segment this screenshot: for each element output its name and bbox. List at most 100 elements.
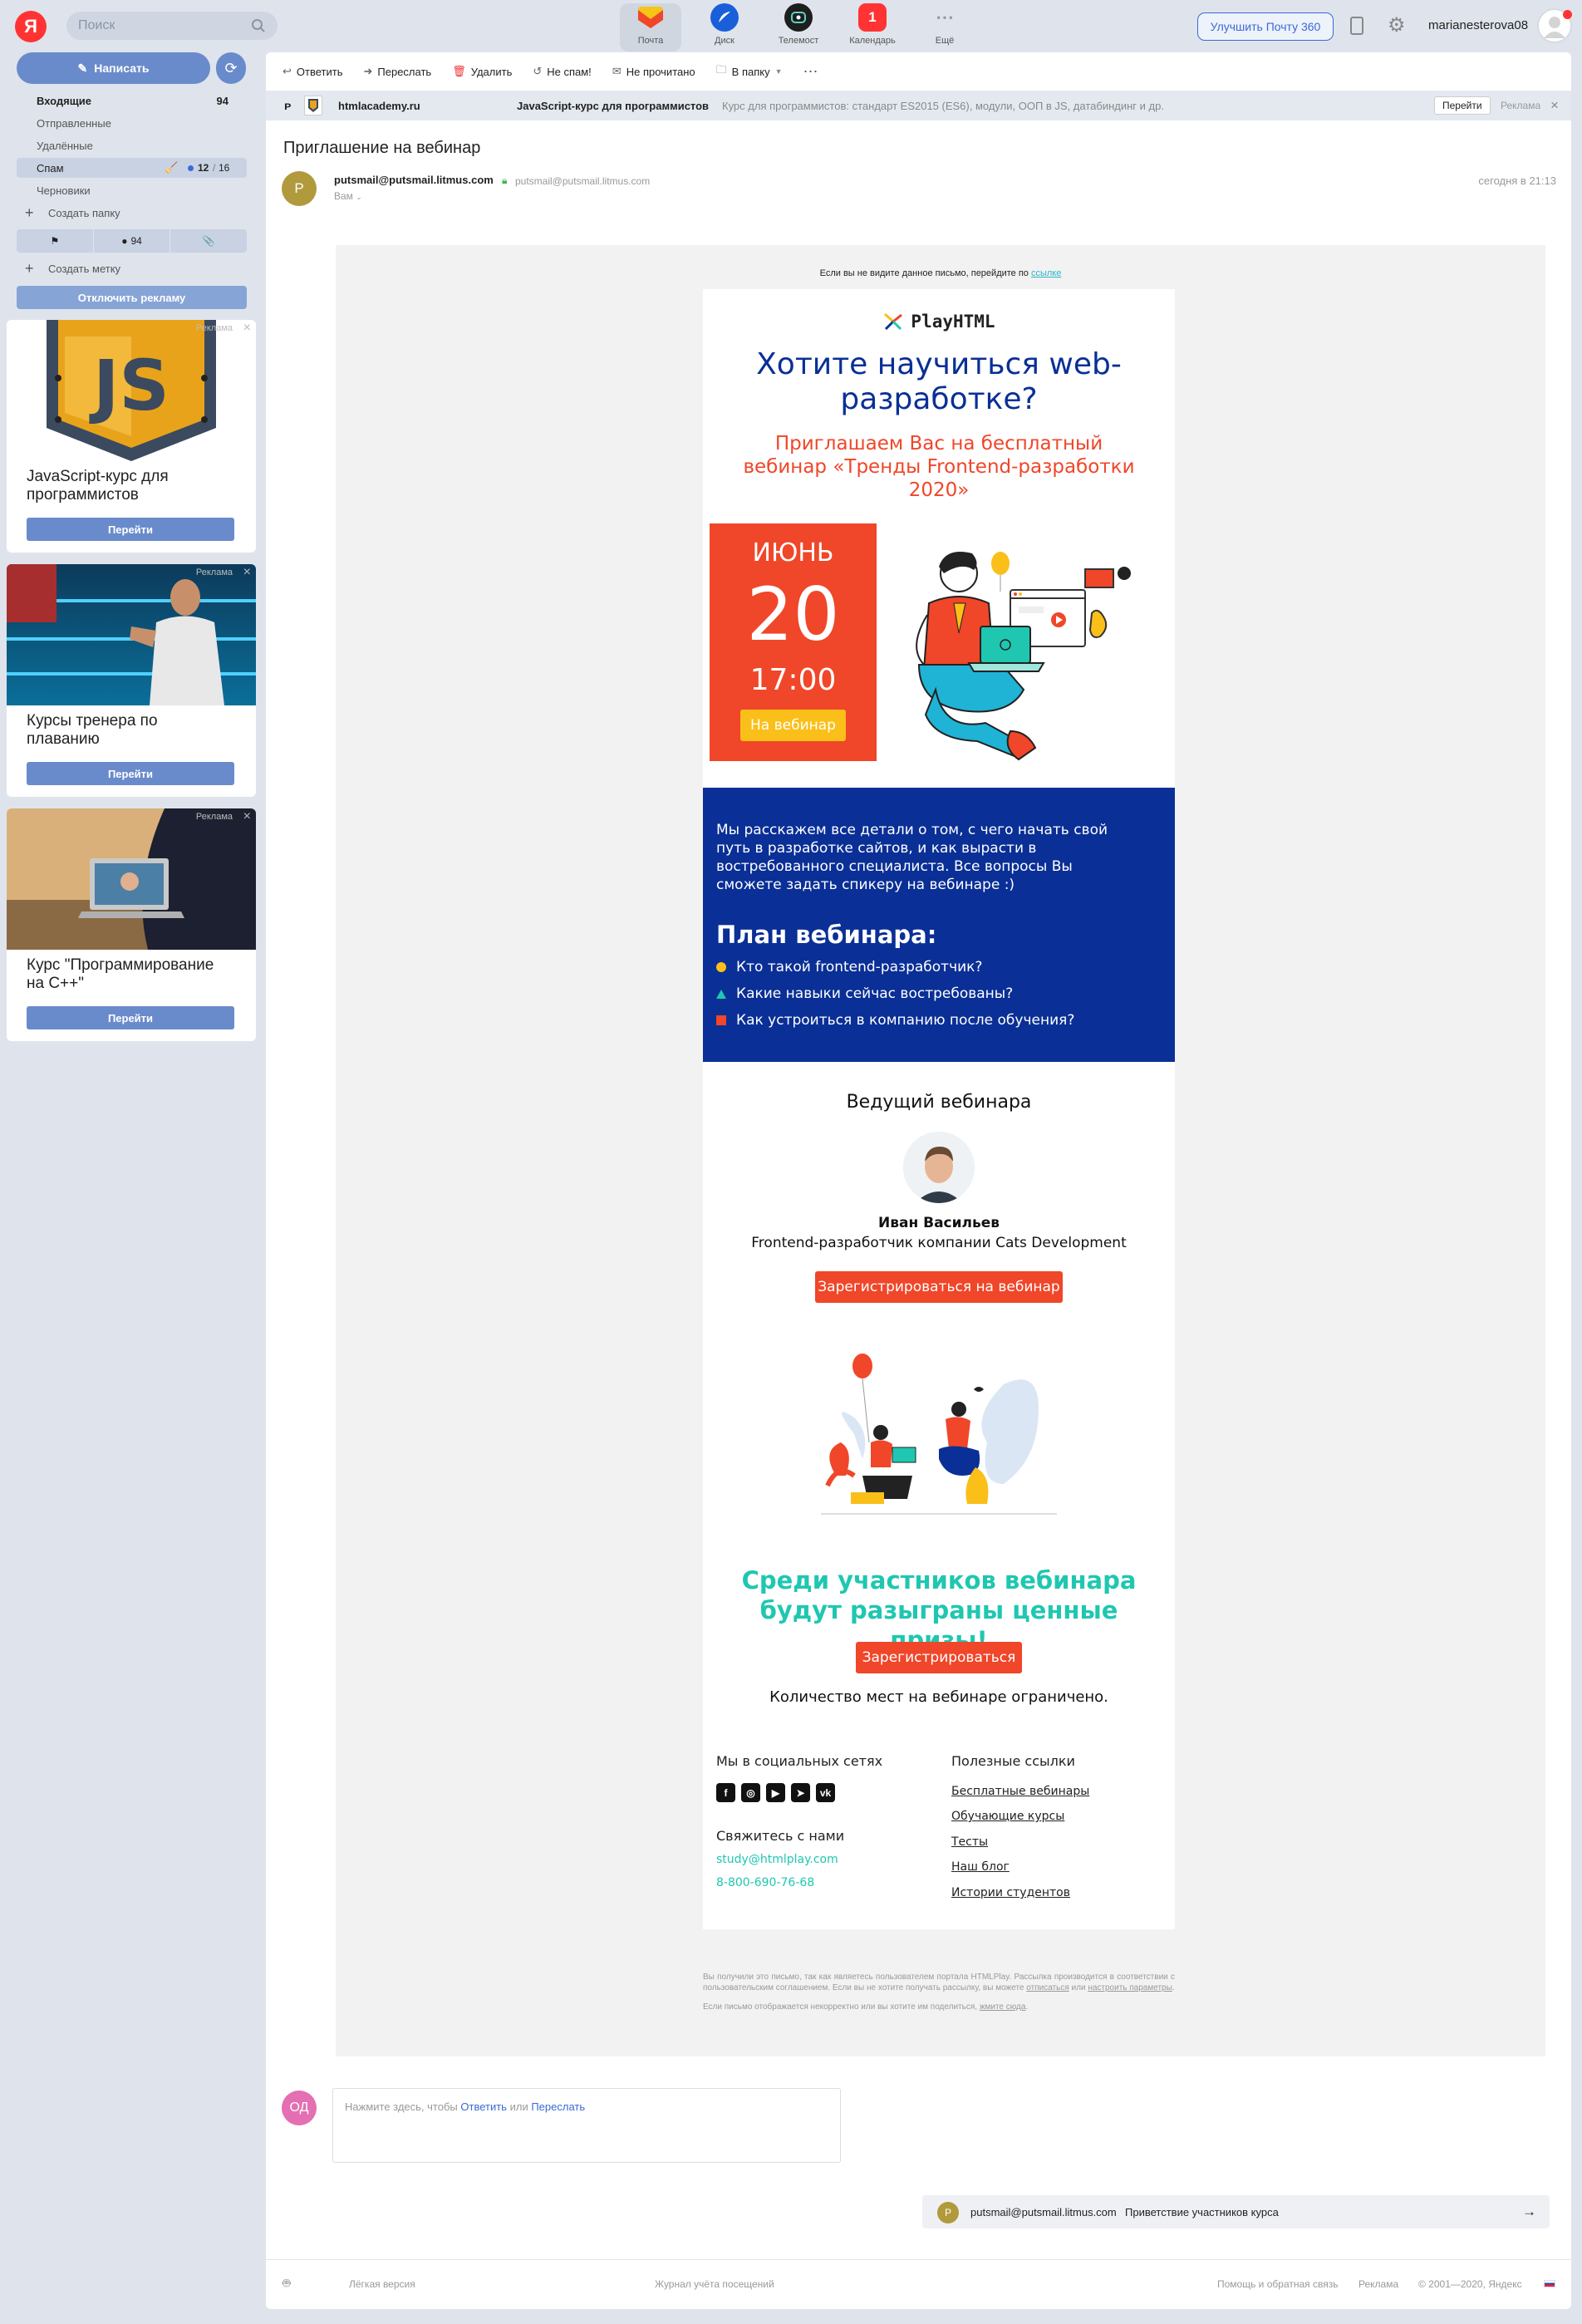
broom-icon[interactable]: 🧹	[165, 161, 178, 174]
sender-address[interactable]: putsmail@putsmail.litmus.com	[515, 175, 650, 187]
contact-email[interactable]: study@htmlplay.com	[716, 1853, 838, 1866]
forward-button[interactable]: ➜ Переслать	[363, 65, 431, 78]
close-icon[interactable]: ×	[243, 321, 251, 336]
sender-name[interactable]: putsmail@putsmail.litmus.com	[334, 174, 494, 186]
unsubscribe-link[interactable]: отписаться	[1026, 1983, 1069, 1992]
language-flag-icon[interactable]	[1544, 2280, 1555, 2287]
useful-link[interactable]: Обучающие курсы	[951, 1810, 1064, 1823]
create-folder-link[interactable]: + Создать папку	[17, 203, 247, 223]
youtube-icon[interactable]: ▶	[766, 1783, 785, 1802]
chevron-down-icon: ⌄	[356, 193, 362, 201]
playhtml-logo[interactable]: PlayHTML	[703, 311, 1175, 332]
ad-go-button[interactable]: Перейти	[27, 1006, 234, 1029]
search-input[interactable]: Поиск	[66, 12, 278, 40]
legal-share-text: Если письмо отображается некорректно или…	[703, 2002, 978, 2012]
next-message[interactable]: P putsmail@putsmail.litmus.com Приветств…	[922, 2195, 1550, 2228]
mail-icon	[636, 3, 665, 32]
quick-reply-box[interactable]: Нажмите здесь, чтобы Ответить или Пересл…	[332, 2088, 841, 2163]
light-version-link[interactable]: Лёгкая версия	[349, 2278, 415, 2290]
useful-link[interactable]: Наш блог	[951, 1860, 1010, 1874]
sidebar-ad-cpp[interactable]: Реклама × Курс "Программирование на С++"…	[7, 808, 256, 1041]
instagram-icon[interactable]: ◎	[741, 1783, 760, 1802]
ad-title[interactable]: JavaScript-курс для программистов	[517, 100, 709, 112]
service-telemost[interactable]: Телемост	[768, 3, 829, 52]
delete-button[interactable]: 🗑 Удалить	[452, 65, 512, 78]
my-avatar: ОД	[282, 2091, 317, 2125]
plan-item: Кто такой frontend-разработчик?	[716, 959, 982, 975]
ad-go-button[interactable]: Перейти	[27, 518, 234, 541]
sidebar-ad-js[interactable]: JS Реклама × JavaScript-курс для програм…	[7, 320, 256, 553]
mark-unread-button[interactable]: ✉ Не прочитано	[612, 65, 695, 78]
copyright: © 2001—2020, Яндекс	[1418, 2278, 1522, 2290]
flag-filter[interactable]: ⚑	[17, 229, 94, 253]
layout-toggle-icon[interactable]	[1350, 17, 1363, 35]
register-webinar-button[interactable]: Зарегистрироваться на вебинар	[815, 1271, 1063, 1303]
unread-filter[interactable]: ● 94	[94, 229, 171, 253]
folder-sent[interactable]: Отправленные	[17, 113, 247, 133]
facebook-icon[interactable]: f	[716, 1783, 735, 1802]
sender-avatar[interactable]: P	[282, 171, 317, 206]
recipient[interactable]: Вам ⌄	[334, 190, 362, 202]
useful-link[interactable]: Истории студентов	[951, 1886, 1070, 1899]
ad-title[interactable]: Курсы тренера по плаванию	[27, 712, 234, 749]
yandex-logo[interactable]: Я	[15, 11, 47, 42]
close-icon[interactable]: ×	[243, 565, 251, 580]
telegram-icon[interactable]: ➤	[791, 1783, 810, 1802]
settings-link[interactable]: настроить параметры	[1088, 1983, 1172, 1992]
attachments-filter[interactable]: 📎	[170, 229, 247, 253]
folder-deleted[interactable]: Удалённые	[17, 135, 247, 155]
sidebar-ad-swim[interactable]: Реклама × Курсы тренера по плаванию Пере…	[7, 564, 256, 797]
service-mail[interactable]: Почта	[620, 3, 681, 52]
svg-text:JS: JS	[89, 345, 170, 426]
to-webinar-button[interactable]: На вебинар	[740, 710, 846, 741]
useful-link[interactable]: Тесты	[951, 1835, 988, 1849]
ads-link[interactable]: Реклама	[1358, 2278, 1398, 2290]
android-icon[interactable]: 🤖︎	[282, 2275, 291, 2293]
help-link[interactable]: Помощь и обратная связь	[1217, 2278, 1338, 2290]
move-to-folder-button[interactable]: 🗀 В папку ▼	[716, 62, 783, 81]
close-icon[interactable]: ×	[243, 809, 251, 824]
folder-spam[interactable]: Спам 🧹 12 / 16	[17, 158, 247, 178]
ad-label: Реклама	[195, 323, 233, 333]
more-actions-button[interactable]: ⋯	[803, 63, 818, 81]
view-online-link[interactable]: ссылке	[1031, 268, 1061, 278]
ad-site[interactable]: htmlacademy.ru	[338, 100, 420, 112]
quick-forward-link[interactable]: Переслать	[531, 2100, 585, 2113]
service-calendar[interactable]: 1 Календарь	[842, 3, 903, 52]
search-icon[interactable]	[251, 18, 266, 33]
newsletter-card: PlayHTML Хотите научиться web-разработке…	[703, 289, 1175, 1929]
journal-link[interactable]: Журнал учёта посещений	[655, 2278, 774, 2290]
ad-title[interactable]: Курс "Программирование на С++"	[27, 956, 234, 993]
service-disk[interactable]: Диск	[694, 3, 755, 52]
close-icon[interactable]: ×	[1550, 97, 1559, 114]
upgrade-360-button[interactable]: Улучшить Почту 360	[1197, 12, 1334, 41]
service-more[interactable]: ⋯ Ещё	[914, 3, 975, 52]
not-spam-button[interactable]: ↺ Не спам!	[533, 65, 591, 78]
folder-drafts[interactable]: Черновики	[17, 180, 247, 200]
message-panel: ↩ Ответить ➜ Переслать 🗑 Удалить ↺ Не спам! …	[266, 52, 1571, 2309]
disable-ads-button[interactable]: Отключить рекламу	[17, 286, 247, 309]
plus-icon: +	[25, 259, 34, 277]
share-link[interactable]: жмите сюда	[980, 2002, 1026, 2012]
folder-label: Спам	[37, 161, 64, 174]
register-button[interactable]: Зарегистрироваться	[856, 1642, 1022, 1673]
user-avatar[interactable]	[1537, 8, 1572, 43]
folder-inbox[interactable]: Входящие 94	[17, 91, 247, 111]
quick-reply-link[interactable]: Ответить	[460, 2100, 507, 2113]
host-role: Frontend-разработчик компании Cats Devel…	[751, 1235, 1127, 1251]
create-label-link[interactable]: + Создать метку	[17, 258, 247, 278]
reply-button[interactable]: ↩ Ответить	[282, 65, 342, 78]
ad-strip[interactable]: ᴘ htmlacademy.ru JavaScript-курс для про…	[266, 91, 1571, 120]
vk-icon[interactable]: vk	[816, 1783, 835, 1802]
username[interactable]: marianesterova08	[1428, 18, 1528, 32]
refresh-button[interactable]: ⟳	[216, 52, 246, 84]
compose-button[interactable]: ✎ Написать	[17, 52, 210, 84]
ad-go-button[interactable]: Перейти	[27, 762, 234, 785]
ad-title[interactable]: JavaScript-курс для программистов	[27, 468, 234, 504]
arrow-right-icon[interactable]: →	[1522, 2204, 1536, 2220]
ad-go-button[interactable]: Перейти	[1434, 96, 1491, 115]
contact-phone[interactable]: 8-800-690-76-68	[716, 1876, 814, 1889]
mark-unread-label: Не прочитано	[626, 65, 695, 78]
useful-link[interactable]: Бесплатные вебинары	[951, 1785, 1089, 1798]
settings-gear-icon[interactable]: ⚙	[1388, 13, 1406, 37]
